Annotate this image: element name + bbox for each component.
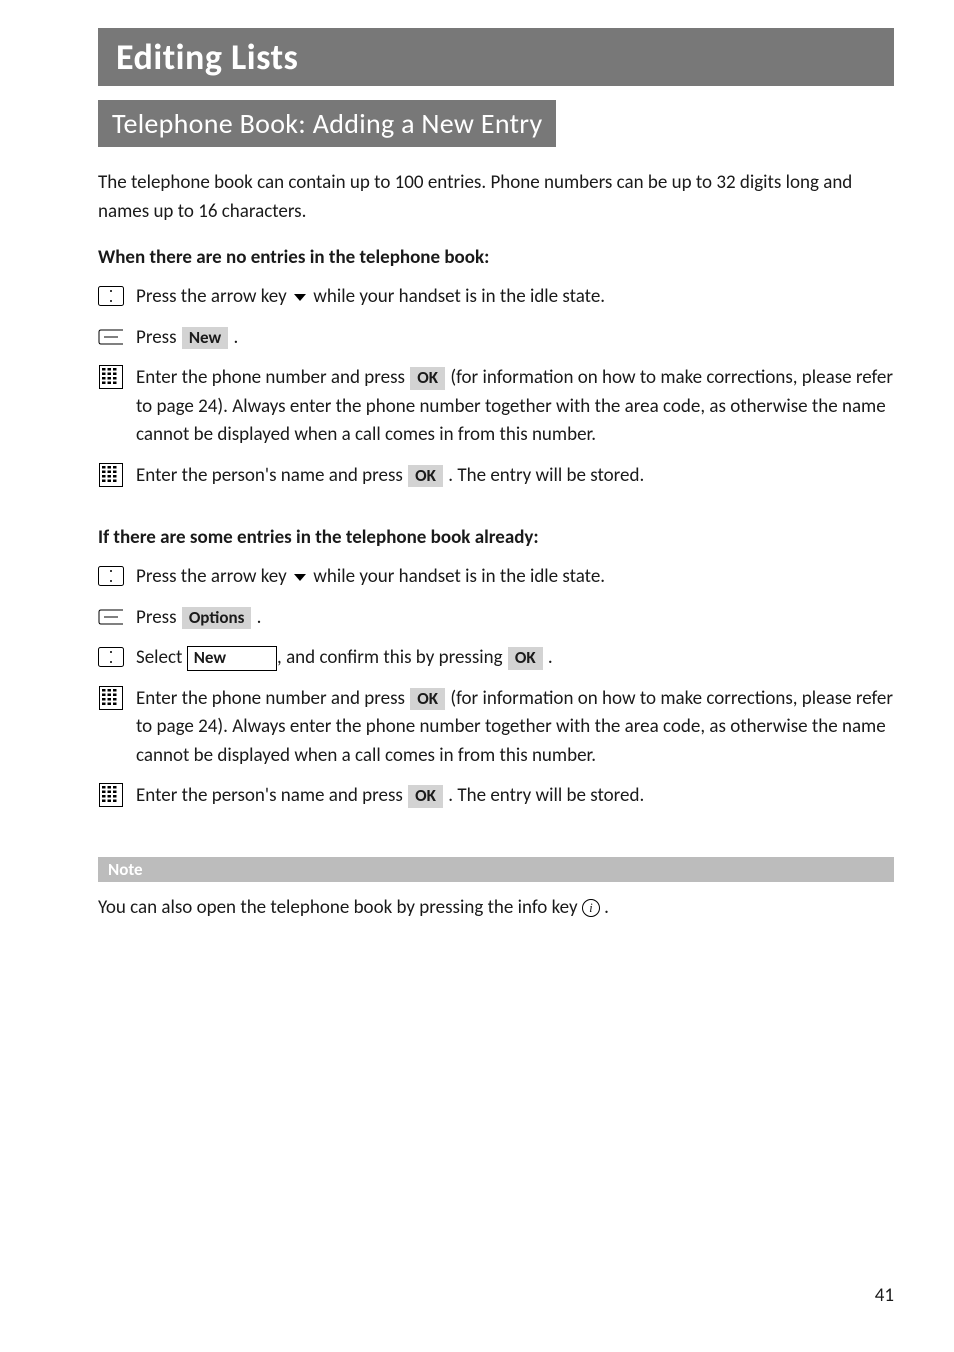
section1-step2: Press New . [98,324,894,353]
section1-step3: Enter the phone number and press OK (for… [98,364,894,450]
note-label: Note [108,859,143,880]
text-frag: while your handset is in the idle state. [309,285,605,308]
text-frag: Press the arrow key [136,565,291,588]
arrow-key-icon [98,285,124,307]
new-field: New [187,646,277,670]
page-number: 41 [875,1284,894,1307]
section2-step3-text: Select New, and confirm this by pressing… [136,644,894,673]
text-frag: . [544,646,553,669]
ok-key: OK [508,647,543,669]
note-text: You can also open the telephone book by … [98,896,894,919]
section2-step2-text: Press Options . [136,604,894,633]
down-arrow-icon [294,574,306,581]
section2-step2: Press Options . [98,604,894,633]
ok-key: OK [408,465,443,487]
section1-label: When there are no entries in the telepho… [98,246,894,269]
text-frag: Press the arrow key [136,285,291,308]
section2-step5-text: Enter the person's name and press OK . T… [136,782,894,811]
section2-step4: Enter the phone number and press OK (for… [98,685,894,771]
section2-step1-text: Press the arrow key while your handset i… [136,563,894,592]
main-heading: Editing Lists [116,35,876,79]
keypad-icon [98,366,124,388]
text-frag: You can also open the telephone book by … [98,896,582,919]
text-frag: Enter the person's name and press [136,784,407,807]
section1-step2-text: Press New . [136,324,894,353]
section2-step1: Press the arrow key while your handset i… [98,563,894,592]
text-frag: . The entry will be stored. [444,464,644,487]
intro-paragraph: The telephone book can contain up to 100… [98,169,894,226]
text-frag: Enter the phone number and press [136,366,409,389]
text-frag: . [252,606,261,629]
text-frag: Select [136,646,187,669]
text-frag: while your handset is in the idle state. [309,565,605,588]
ok-key: OK [410,688,445,710]
keypad-icon [98,687,124,709]
section2-step4-text: Enter the phone number and press OK (for… [136,685,894,771]
text-frag: Press [136,606,181,629]
section1-step4-text: Enter the person's name and press OK . T… [136,462,894,491]
arrow-key-icon [98,646,124,668]
arrow-key-icon [98,565,124,587]
ok-key: OK [408,785,443,807]
sub-heading: Telephone Book: Adding a New Entry [112,106,542,141]
text-frag: Press [136,326,181,349]
softkey-icon [98,606,124,628]
options-key: Options [182,607,252,629]
new-key: New [182,327,228,349]
text-frag: , and confirm this by pressing [277,646,507,669]
section1-step4: Enter the person's name and press OK . T… [98,462,894,491]
ok-key: OK [410,367,445,389]
section1-step1: Press the arrow key while your handset i… [98,283,894,312]
softkey-icon [98,326,124,348]
keypad-icon [98,464,124,486]
text-frag: Enter the person's name and press [136,464,407,487]
text-frag: . The entry will be stored. [444,784,644,807]
section2-label: If there are some entries in the telepho… [98,526,894,549]
text-frag: . [229,326,238,349]
text-frag: Enter the phone number and press [136,687,409,710]
note-label-bar: Note [98,857,894,882]
text-frag: . [600,896,609,919]
section1-step3-text: Enter the phone number and press OK (for… [136,364,894,450]
main-heading-bar: Editing Lists [98,28,894,86]
section1-step1-text: Press the arrow key while your handset i… [136,283,894,312]
sub-heading-bar: Telephone Book: Adding a New Entry [98,100,556,147]
keypad-icon [98,784,124,806]
info-key-icon: i [582,899,600,917]
down-arrow-icon [294,294,306,301]
section2-step3: Select New, and confirm this by pressing… [98,644,894,673]
section2-step5: Enter the person's name and press OK . T… [98,782,894,811]
